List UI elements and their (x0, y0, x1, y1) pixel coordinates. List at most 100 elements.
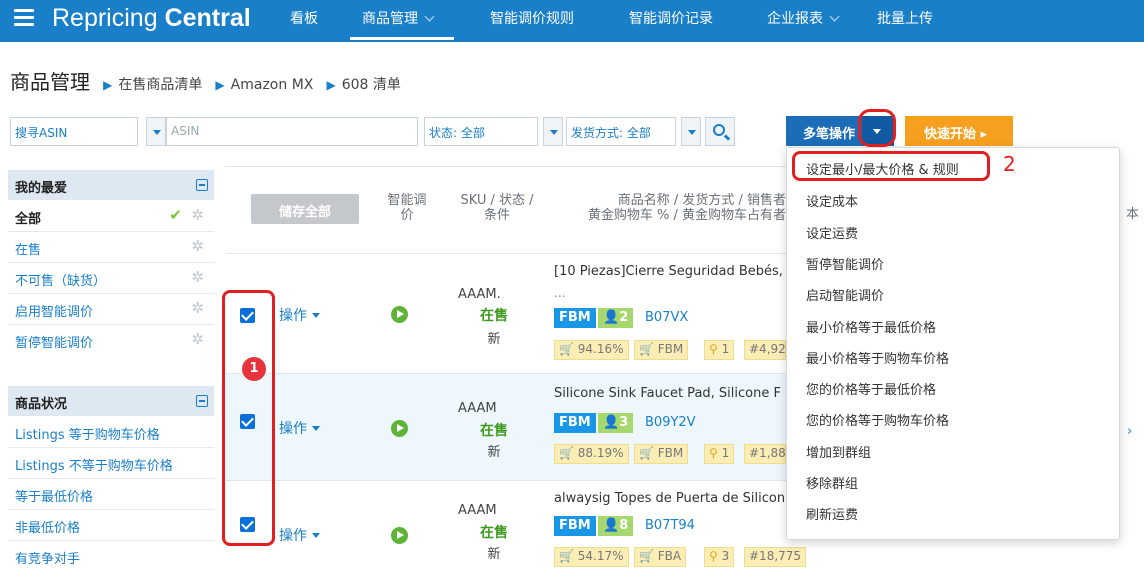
status-badge: 在售 (480, 525, 508, 541)
location-pin-icon: ⚲ (709, 342, 718, 356)
menu-item-refresh-shipping[interactable]: 刷新运费 (806, 504, 858, 523)
breadcrumb-arrow-icon: ▶ (103, 78, 113, 92)
buybox-percent-tag: 🛒 54.17% (554, 547, 629, 567)
search-type-select[interactable]: 搜寻ASIN (10, 117, 138, 146)
product-title-link[interactable]: alwaysig Topes de Puerta de Silicon (554, 491, 790, 506)
gear-icon[interactable]: ✲ (191, 332, 204, 347)
sidebar-item-neq-buybox[interactable]: Listings 不等于购物车价格 (8, 448, 214, 479)
menu-item-min-eq-lowest[interactable]: 最小价格等于最低价格 (806, 317, 936, 336)
repricing-status-play-icon[interactable] (391, 527, 408, 544)
cart-icon: 🛒 (639, 342, 654, 356)
gear-icon[interactable]: ✲ (191, 270, 204, 285)
fulfillment-badge: FBM (554, 413, 596, 433)
nav-bulk-upload[interactable]: 批量上传 (877, 8, 933, 28)
cart-icon: 🛒 (559, 342, 574, 356)
annotation-highlight-checkboxes (222, 290, 275, 546)
product-title-link[interactable]: [10 Piezas]Cierre Seguridad Bebés, (554, 264, 790, 279)
fulfillment-badge: FBM (554, 516, 596, 536)
menu-item-price-eq-lowest[interactable]: 您的价格等于最低价格 (806, 379, 936, 398)
repricing-status-play-icon[interactable] (391, 420, 408, 437)
sidebar-item-label: 暂停智能调价 (15, 336, 94, 351)
quick-start-button[interactable]: 快速开始 ▸ (905, 116, 1013, 146)
asin-search-input[interactable]: ASIN (166, 117, 418, 146)
menu-item-min-eq-buybox[interactable]: 最小价格等于购物车价格 (806, 348, 949, 367)
seller-count-tag: ⚲ 3 (704, 547, 735, 567)
menu-item-add-to-group[interactable]: 增加到群组 (806, 442, 871, 461)
seller-count-tag: ⚲ 1 (704, 340, 735, 360)
sku-value[interactable]: AAAM. (458, 287, 538, 302)
column-header-product: 商品名称 / 发货方式 / 销售者 黄金购物车 % / 黄金购物车占有者 (556, 193, 786, 223)
menu-item-start-repricing[interactable]: 启动智能调价 (806, 285, 884, 304)
collapse-icon[interactable] (196, 179, 208, 191)
menu-item-set-cost[interactable]: 设定成本 (806, 191, 858, 210)
favorites-header[interactable]: 我的最爱 (8, 170, 214, 200)
asin-link[interactable]: B07T94 (640, 516, 700, 536)
fulfillment-filter-select[interactable]: 发货方式: 全部 (566, 117, 676, 146)
status-filter-select[interactable]: 状态: 全部 (424, 117, 538, 146)
sidebar-item-repricing-paused[interactable]: 暂停智能调价 ✲ (8, 325, 214, 356)
offers-badge: 👤3 (598, 413, 634, 433)
nav-reports[interactable]: 企业报表 (767, 8, 840, 28)
title-ellipsis: ... (554, 286, 566, 300)
sidebar-item-repricing-enabled[interactable]: 启用智能调价 ✲ (8, 294, 214, 325)
multi-action-dropdown-menu: 设定最小/最大价格 & 规则 设定成本 设定运费 暂停智能调价 启动智能调价 最… (786, 147, 1120, 540)
top-navbar: Repricing Central 看板 商品管理 智能调价规则 智能调价记录 … (0, 0, 1144, 42)
sidebar-item-not-lowest[interactable]: 非最低价格 (8, 510, 214, 541)
hamburger-menu-icon[interactable] (14, 9, 34, 27)
sku-value[interactable]: AAAM (458, 503, 538, 518)
save-all-button[interactable]: 储存全部 (251, 194, 359, 224)
sidebar-item-has-competitors[interactable]: 有竞争对手 (8, 541, 214, 572)
buybox-channel: FBM (657, 342, 684, 356)
breadcrumb-item[interactable]: 608 清单 (342, 77, 401, 93)
buybox-channel: FBM (657, 446, 684, 460)
sales-rank-tag: #18,775 (744, 547, 807, 567)
asin-link[interactable]: B09Y2V (640, 413, 701, 433)
nav-dashboard[interactable]: 看板 (290, 8, 318, 28)
sku-value[interactable]: AAAM (458, 401, 538, 416)
divider (226, 480, 786, 481)
seller-count: 3 (721, 549, 730, 563)
gear-icon[interactable]: ✲ (191, 239, 204, 254)
nav-repricing-rules[interactable]: 智能调价规则 (490, 8, 574, 28)
cart-icon: 🛒 (559, 446, 574, 460)
product-status-header[interactable]: 商品状况 (8, 386, 214, 416)
offers-badge: 👤2 (598, 308, 634, 328)
status-filter-dropdown-button[interactable] (543, 117, 563, 146)
sidebar-item-on-sale[interactable]: 在售 ✲ (8, 232, 214, 263)
gear-icon[interactable]: ✲ (191, 301, 204, 316)
collapse-icon[interactable] (196, 395, 208, 407)
row-action-menu[interactable]: 操作 (279, 418, 320, 438)
search-type-dropdown-button[interactable] (146, 117, 166, 146)
sidebar-item-all[interactable]: 全部 ✔ ✲ (8, 201, 214, 232)
menu-item-set-shipping[interactable]: 设定运费 (806, 223, 858, 242)
breadcrumb-item[interactable]: 在售商品清单 (118, 77, 202, 93)
breadcrumb-item[interactable]: Amazon MX (231, 77, 314, 93)
app-logo[interactable]: Repricing Central (52, 4, 251, 33)
row-action-menu[interactable]: 操作 (279, 525, 320, 545)
row-action-menu[interactable]: 操作 (279, 305, 320, 325)
repricing-status-play-icon[interactable] (391, 306, 408, 323)
buybox-channel-tag: 🛒 FBA (634, 547, 687, 567)
sidebar-item-eq-lowest[interactable]: 等于最低价格 (8, 479, 214, 510)
cart-icon: 🛒 (639, 549, 654, 563)
nav-product-management[interactable]: 商品管理 (362, 8, 435, 28)
seller-count: 1 (721, 342, 730, 356)
menu-item-price-eq-buybox[interactable]: 您的价格等于购物车价格 (806, 410, 949, 429)
buybox-percent-tag: 🛒 88.19% (554, 444, 629, 464)
asin-link[interactable]: B07VX (640, 308, 693, 328)
sidebar-item-eq-buybox[interactable]: Listings 等于购物车价格 (8, 417, 214, 448)
column-header-cost-partial: 本 (1126, 207, 1140, 222)
column-header-line: 智能调 (387, 193, 427, 208)
breadcrumb: 商品管理 ▶ 在售商品清单 ▶ Amazon MX ▶ 608 清单 (10, 66, 401, 95)
product-title-link[interactable]: Silicone Sink Faucet Pad, Silicone F (554, 386, 790, 401)
menu-item-pause-repricing[interactable]: 暂停智能调价 (806, 254, 884, 273)
buybox-percent: 54.17% (577, 549, 624, 563)
nav-repricing-log[interactable]: 智能调价记录 (629, 8, 713, 28)
gear-icon[interactable]: ✲ (191, 208, 204, 223)
menu-item-remove-from-group[interactable]: 移除群组 (806, 473, 858, 492)
overflow-indicator: › (1127, 424, 1133, 439)
location-pin-icon: ⚲ (709, 549, 718, 563)
sidebar-item-unsellable[interactable]: 不可售（缺货） ✲ (8, 263, 214, 294)
search-button[interactable] (705, 117, 735, 146)
fulfillment-filter-dropdown-button[interactable] (681, 117, 701, 146)
